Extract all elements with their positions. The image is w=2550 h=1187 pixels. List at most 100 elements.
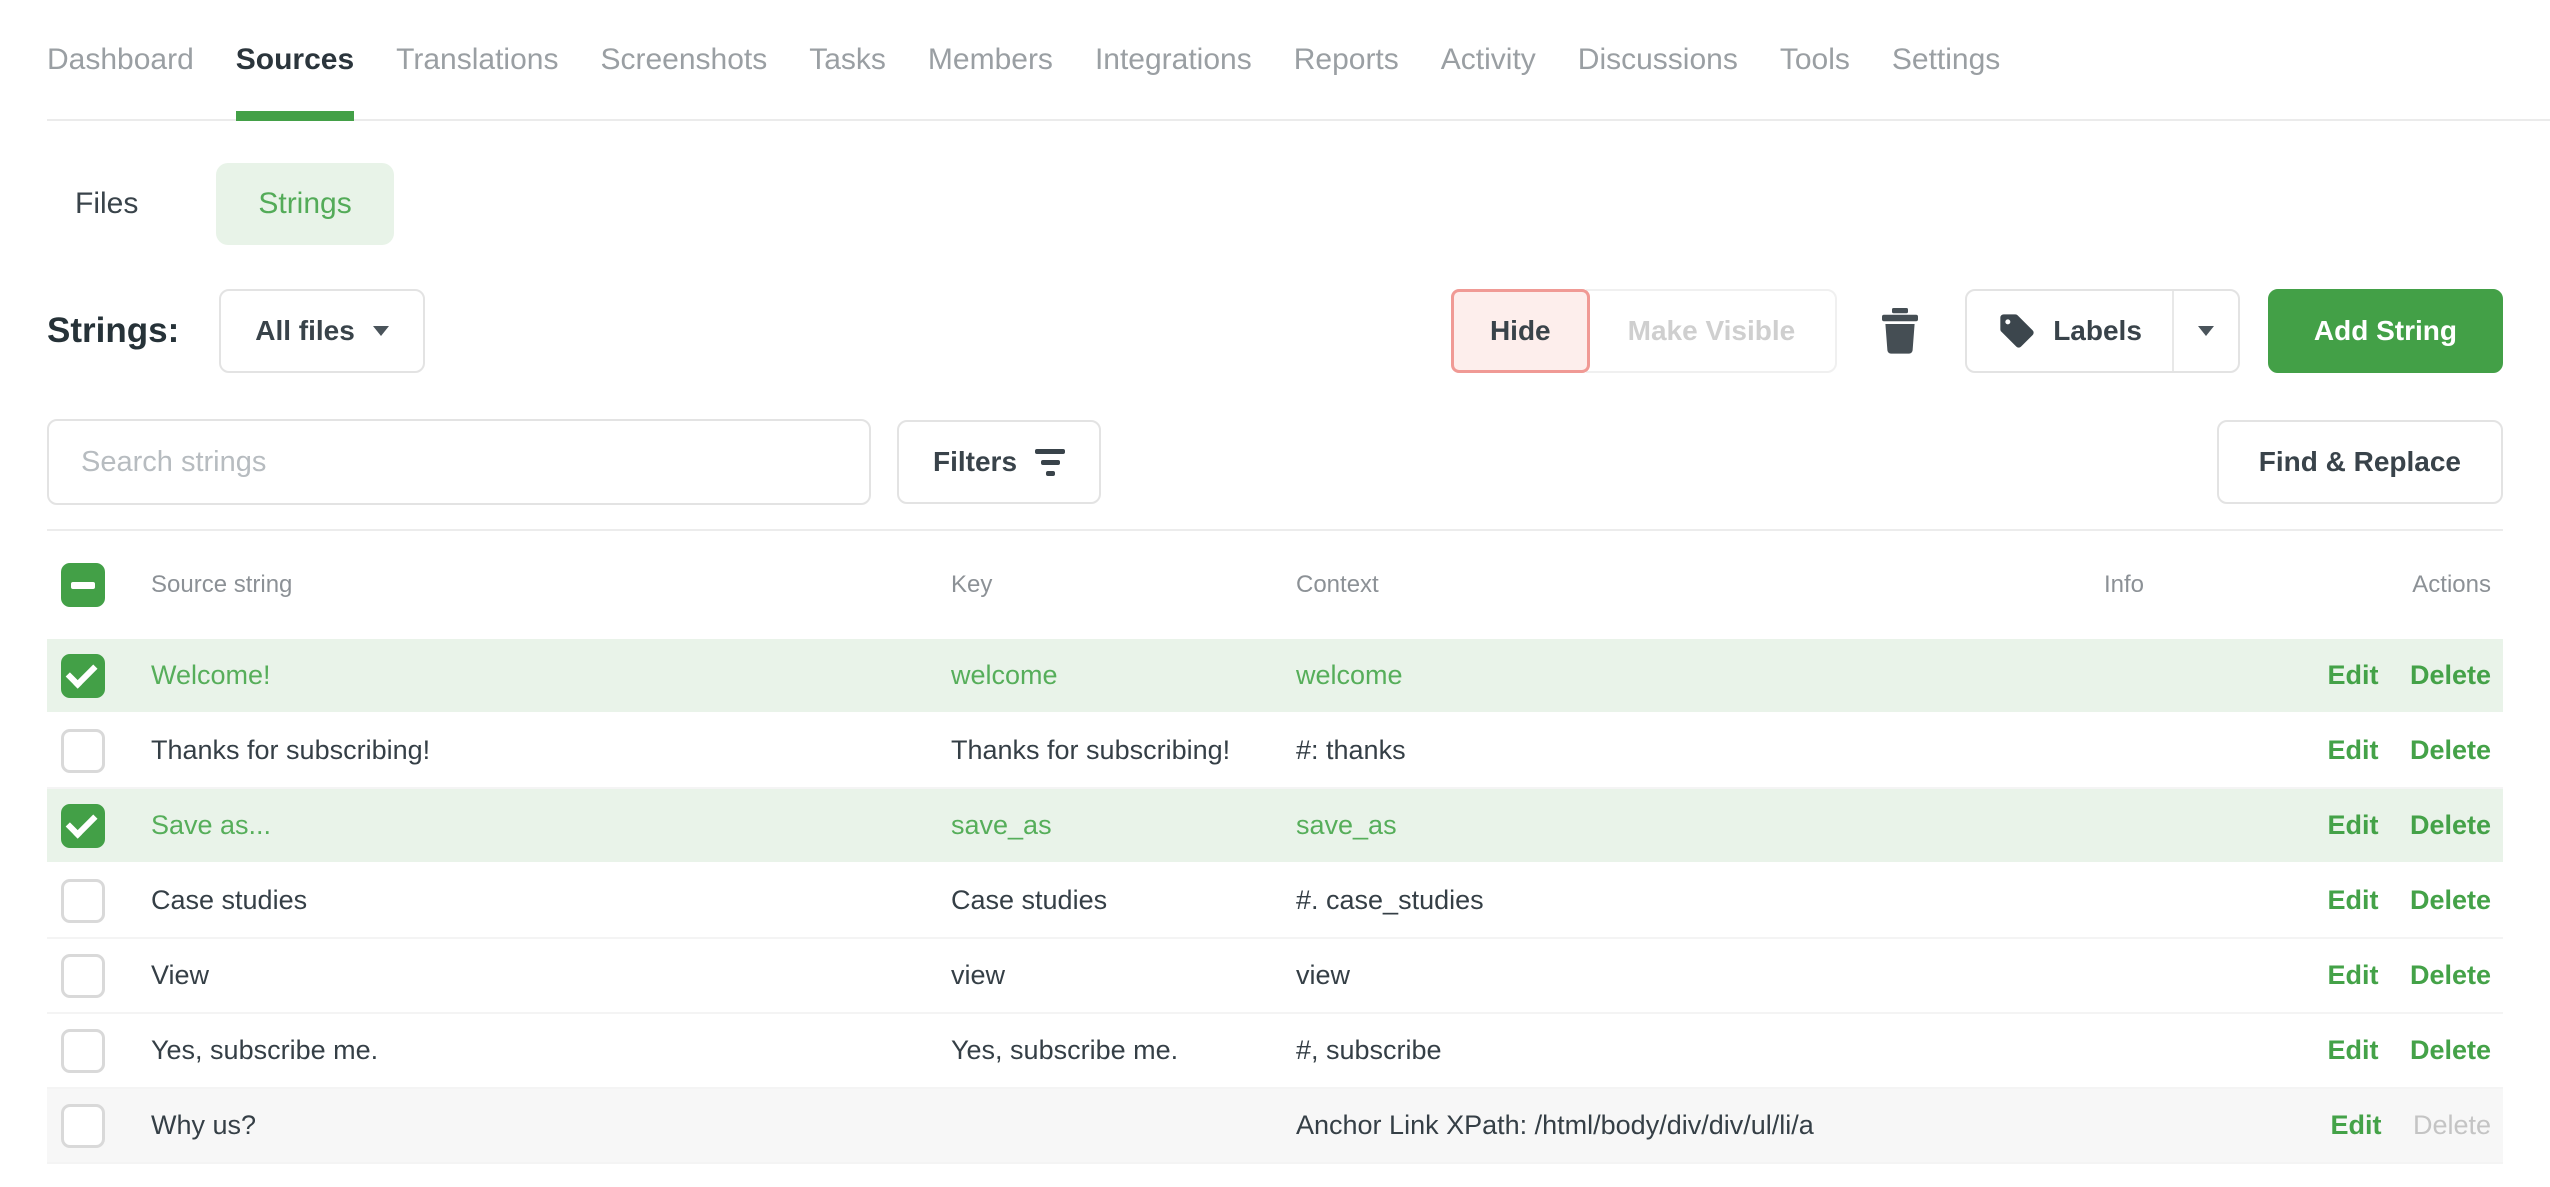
- delete-link[interactable]: Delete: [2410, 660, 2491, 690]
- row-checkbox[interactable]: [61, 804, 105, 848]
- column-header-context: Context: [1296, 571, 1994, 599]
- source-mode-tabs: Files Strings: [47, 163, 2550, 245]
- trash-icon: [1881, 308, 1919, 354]
- nav-tab-label: Tasks: [809, 43, 886, 77]
- file-filter-dropdown[interactable]: All files: [219, 289, 425, 373]
- source-string-cell: Yes, subscribe me.: [151, 1035, 951, 1066]
- edit-link[interactable]: Edit: [2330, 1110, 2381, 1140]
- edit-link[interactable]: Edit: [2327, 810, 2378, 840]
- select-all-checkbox[interactable]: [61, 563, 105, 607]
- source-string-cell: Thanks for subscribing!: [151, 735, 951, 766]
- edit-link[interactable]: Edit: [2327, 735, 2378, 765]
- page-title: Strings:: [47, 311, 179, 351]
- strings-table: Source string Key Context Info Actions W…: [47, 531, 2503, 1164]
- delete-link: Delete: [2413, 1110, 2491, 1140]
- filters-button-label: Filters: [933, 446, 1017, 478]
- file-filter-label: All files: [255, 315, 355, 347]
- table-row: Thanks for subscribing! Thanks for subsc…: [47, 714, 2503, 789]
- column-header-info: Info: [1994, 571, 2144, 599]
- row-checkbox[interactable]: [61, 654, 105, 698]
- delete-link[interactable]: Delete: [2410, 810, 2491, 840]
- context-cell: #, subscribe: [1296, 1035, 1994, 1066]
- nav-tab-settings[interactable]: Settings: [1892, 0, 2000, 119]
- strings-toolbar: Strings: All files Hide Make Visible: [47, 289, 2503, 373]
- nav-tab-label: Tools: [1780, 43, 1850, 77]
- nav-tab-reports[interactable]: Reports: [1294, 0, 1399, 119]
- delete-link[interactable]: Delete: [2410, 735, 2491, 765]
- row-checkbox[interactable]: [61, 729, 105, 773]
- nav-tab-label: Activity: [1441, 43, 1536, 77]
- table-body: Welcome! welcome welcome Edit Delete Tha…: [47, 639, 2503, 1164]
- nav-tab-dashboard[interactable]: Dashboard: [47, 0, 194, 119]
- hide-button[interactable]: Hide: [1451, 289, 1590, 373]
- subtab-strings[interactable]: Strings: [216, 163, 393, 245]
- nav-tab-label: Dashboard: [47, 43, 194, 77]
- add-string-label: Add String: [2314, 315, 2457, 347]
- nav-tab-label: Settings: [1892, 43, 2000, 77]
- delete-selected-button[interactable]: [1863, 289, 1937, 373]
- table-row: Case studies Case studies #. case_studie…: [47, 864, 2503, 939]
- source-string-cell: Why us?: [151, 1110, 951, 1141]
- row-checkbox[interactable]: [61, 1029, 105, 1073]
- table-row: Yes, subscribe me. Yes, subscribe me. #,…: [47, 1014, 2503, 1089]
- chevron-down-icon: [373, 326, 389, 336]
- source-string-cell: View: [151, 960, 951, 991]
- nav-tab-label: Translations: [396, 43, 558, 77]
- context-cell: Anchor Link XPath: /html/body/div/div/ul…: [1296, 1110, 1994, 1141]
- key-cell: save_as: [951, 810, 1296, 841]
- nav-tab-label: Screenshots: [600, 43, 767, 77]
- context-cell: #: thanks: [1296, 735, 1994, 766]
- find-replace-button[interactable]: Find & Replace: [2217, 420, 2503, 504]
- edit-link[interactable]: Edit: [2327, 1035, 2378, 1065]
- row-checkbox[interactable]: [61, 1104, 105, 1148]
- table-row: View view view Edit Delete: [47, 939, 2503, 1014]
- toolbar-actions: Hide Make Visible Labels: [1451, 289, 2503, 373]
- labels-dropdown-toggle[interactable]: [2172, 291, 2238, 371]
- tag-icon: [1997, 311, 2037, 351]
- nav-tab-translations[interactable]: Translations: [396, 0, 558, 119]
- nav-tab-tools[interactable]: Tools: [1780, 0, 1850, 119]
- nav-tab-screenshots[interactable]: Screenshots: [600, 0, 767, 119]
- edit-link[interactable]: Edit: [2327, 960, 2378, 990]
- table-row: Save as... save_as save_as Edit Delete: [47, 789, 2503, 864]
- hide-button-label: Hide: [1490, 315, 1551, 347]
- find-replace-label: Find & Replace: [2259, 446, 2461, 478]
- add-string-button[interactable]: Add String: [2268, 289, 2503, 373]
- make-visible-label: Make Visible: [1628, 315, 1796, 347]
- nav-tab-discussions[interactable]: Discussions: [1578, 0, 1738, 119]
- filters-button[interactable]: Filters: [897, 420, 1101, 504]
- table-row: Welcome! welcome welcome Edit Delete: [47, 639, 2503, 714]
- edit-link[interactable]: Edit: [2327, 660, 2378, 690]
- column-header-key: Key: [951, 571, 1296, 599]
- source-string-cell: Welcome!: [151, 660, 951, 691]
- nav-tab-label: Members: [928, 43, 1053, 77]
- nav-tab-activity[interactable]: Activity: [1441, 0, 1536, 119]
- nav-tab-integrations[interactable]: Integrations: [1095, 0, 1252, 119]
- nav-tab-label: Integrations: [1095, 43, 1252, 77]
- column-header-source: Source string: [151, 571, 951, 599]
- nav-tab-members[interactable]: Members: [928, 0, 1053, 119]
- subtab-label: Files: [75, 187, 138, 221]
- nav-tab-sources[interactable]: Sources: [236, 0, 354, 119]
- nav-tab-label: Sources: [236, 43, 354, 77]
- source-string-cell: Save as...: [151, 810, 951, 841]
- search-input[interactable]: [47, 419, 871, 505]
- key-cell: Yes, subscribe me.: [951, 1035, 1296, 1066]
- labels-button[interactable]: Labels: [1967, 291, 2172, 371]
- source-string-cell: Case studies: [151, 885, 951, 916]
- delete-link[interactable]: Delete: [2410, 1035, 2491, 1065]
- key-cell: Thanks for subscribing!: [951, 735, 1296, 766]
- nav-tab-label: Reports: [1294, 43, 1399, 77]
- context-cell: save_as: [1296, 810, 1994, 841]
- delete-link[interactable]: Delete: [2410, 885, 2491, 915]
- delete-link[interactable]: Delete: [2410, 960, 2491, 990]
- search-row: Filters Find & Replace: [47, 419, 2503, 505]
- subtab-files[interactable]: Files: [47, 163, 166, 245]
- row-checkbox[interactable]: [61, 879, 105, 923]
- nav-tab-label: Discussions: [1578, 43, 1738, 77]
- row-checkbox[interactable]: [61, 954, 105, 998]
- column-header-actions: Actions: [2144, 571, 2503, 599]
- edit-link[interactable]: Edit: [2327, 885, 2378, 915]
- nav-tab-tasks[interactable]: Tasks: [809, 0, 886, 119]
- project-tab-bar: Dashboard Sources Translations Screensho…: [47, 0, 2550, 121]
